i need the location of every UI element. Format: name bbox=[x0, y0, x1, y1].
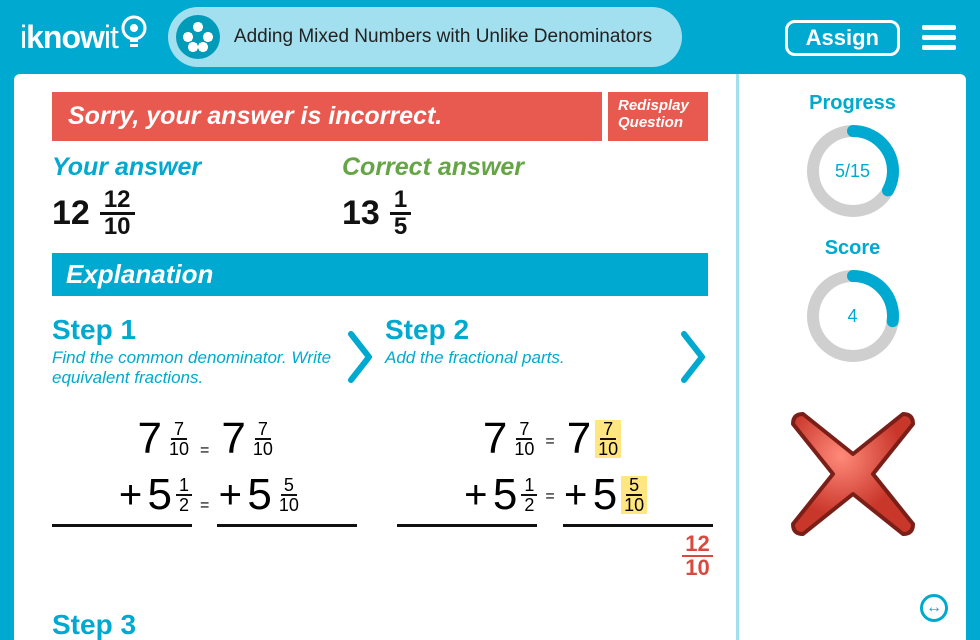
correct-answer-den: 5 bbox=[390, 215, 411, 239]
chevron-right-icon bbox=[347, 330, 375, 396]
incorrect-x-icon bbox=[773, 394, 933, 554]
correct-answer-num: 1 bbox=[390, 188, 411, 215]
logo-suffix: it bbox=[104, 19, 118, 56]
your-answer-fraction: 12 10 bbox=[100, 188, 135, 239]
header: iknowit Adding Mixed Numbers with Unlike… bbox=[0, 0, 980, 74]
step-1: Step 1 Find the common denominator. Writ… bbox=[52, 314, 337, 396]
step-3-title: Step 3 bbox=[52, 609, 708, 640]
plus-sign: + bbox=[217, 473, 243, 518]
progress-text: 5/15 bbox=[803, 121, 903, 221]
step-1-subtitle: Find the common denominator. Write equiv… bbox=[52, 348, 337, 392]
step-2-title: Step 2 bbox=[385, 314, 670, 346]
plus-sign: + bbox=[118, 473, 144, 518]
score-text: 4 bbox=[803, 266, 903, 366]
your-answer-whole: 12 bbox=[52, 194, 90, 233]
step-1-title: Step 1 bbox=[52, 314, 337, 346]
progress-label: Progress bbox=[809, 92, 896, 115]
feedback-banner: Sorry, your answer is incorrect. Redispl… bbox=[52, 92, 708, 141]
lesson-title-pill: Adding Mixed Numbers with Unlike Denomin… bbox=[168, 7, 682, 67]
dots-icon bbox=[176, 15, 220, 59]
equals-sign: = bbox=[200, 497, 209, 515]
menu-icon[interactable] bbox=[922, 20, 956, 55]
logo[interactable]: iknowit bbox=[20, 15, 148, 59]
your-answer-den: 10 bbox=[100, 215, 135, 239]
correct-answer-label: Correct answer bbox=[342, 153, 572, 182]
lesson-title: Adding Mixed Numbers with Unlike Denomin… bbox=[234, 26, 652, 48]
eq-b2-frac: 510 bbox=[276, 476, 302, 514]
lightbulb-icon bbox=[120, 15, 148, 59]
answers-row: Your answer 12 12 10 Correct answer 13 1… bbox=[52, 153, 708, 239]
logo-bold: know bbox=[26, 19, 104, 56]
steps-row: Step 1 Find the common denominator. Writ… bbox=[52, 314, 708, 396]
eq-a-whole: 7 bbox=[137, 414, 161, 464]
eq-b-frac-highlighted: 510 bbox=[621, 476, 647, 514]
your-answer-label: Your answer bbox=[52, 153, 282, 182]
score-label: Score bbox=[825, 237, 881, 260]
eq-a2-whole: 7 bbox=[221, 414, 245, 464]
main-panel: Sorry, your answer is incorrect. Redispl… bbox=[14, 74, 736, 640]
equals-sign: = bbox=[200, 442, 209, 460]
redisplay-question-button[interactable]: Redisplay Question bbox=[608, 92, 708, 141]
your-answer-value: 12 12 10 bbox=[52, 188, 282, 239]
eq-b-frac: 12 bbox=[176, 476, 192, 514]
correct-answer-fraction: 1 5 bbox=[390, 188, 411, 239]
eq-b2-whole: 5 bbox=[247, 470, 271, 520]
chevron-right-icon bbox=[680, 330, 708, 396]
step-2-equations: 7 710 + 5 12 = = bbox=[397, 414, 712, 585]
progress-ring: 5/15 bbox=[803, 121, 903, 221]
correct-answer-col: Correct answer 13 1 5 bbox=[342, 153, 572, 239]
redisplay-l1: Redisplay bbox=[618, 98, 698, 115]
stage: Sorry, your answer is incorrect. Redispl… bbox=[14, 74, 966, 640]
eq-sum-fraction: 1210 bbox=[682, 533, 712, 579]
correct-answer-whole: 13 bbox=[342, 194, 380, 233]
step-2: Step 2 Add the fractional parts. bbox=[385, 314, 670, 396]
eq-a-frac: 710 bbox=[166, 420, 192, 458]
assign-button[interactable]: Assign bbox=[785, 20, 900, 56]
correct-answer-value: 13 1 5 bbox=[342, 188, 572, 239]
explanation-bar: Explanation bbox=[52, 253, 708, 296]
fullscreen-toggle-icon[interactable]: ↔ bbox=[920, 594, 948, 622]
feedback-message: Sorry, your answer is incorrect. bbox=[52, 92, 602, 141]
step-2-subtitle: Add the fractional parts. bbox=[385, 348, 670, 392]
eq-b-whole: 5 bbox=[148, 470, 172, 520]
eq-a2-frac: 710 bbox=[250, 420, 276, 458]
step-1-equations: 7 710 + 5 12 = = bbox=[52, 414, 357, 585]
redisplay-l2: Question bbox=[618, 115, 698, 132]
equation-block: 7 710 + 5 12 = = bbox=[52, 414, 708, 585]
sidebar: Progress 5/15 Score 4 bbox=[736, 74, 966, 640]
score-ring: 4 bbox=[803, 266, 903, 366]
eq-a-frac-highlighted: 710 bbox=[595, 420, 621, 458]
your-answer-num: 12 bbox=[100, 188, 135, 215]
your-answer-col: Your answer 12 12 10 bbox=[52, 153, 282, 239]
